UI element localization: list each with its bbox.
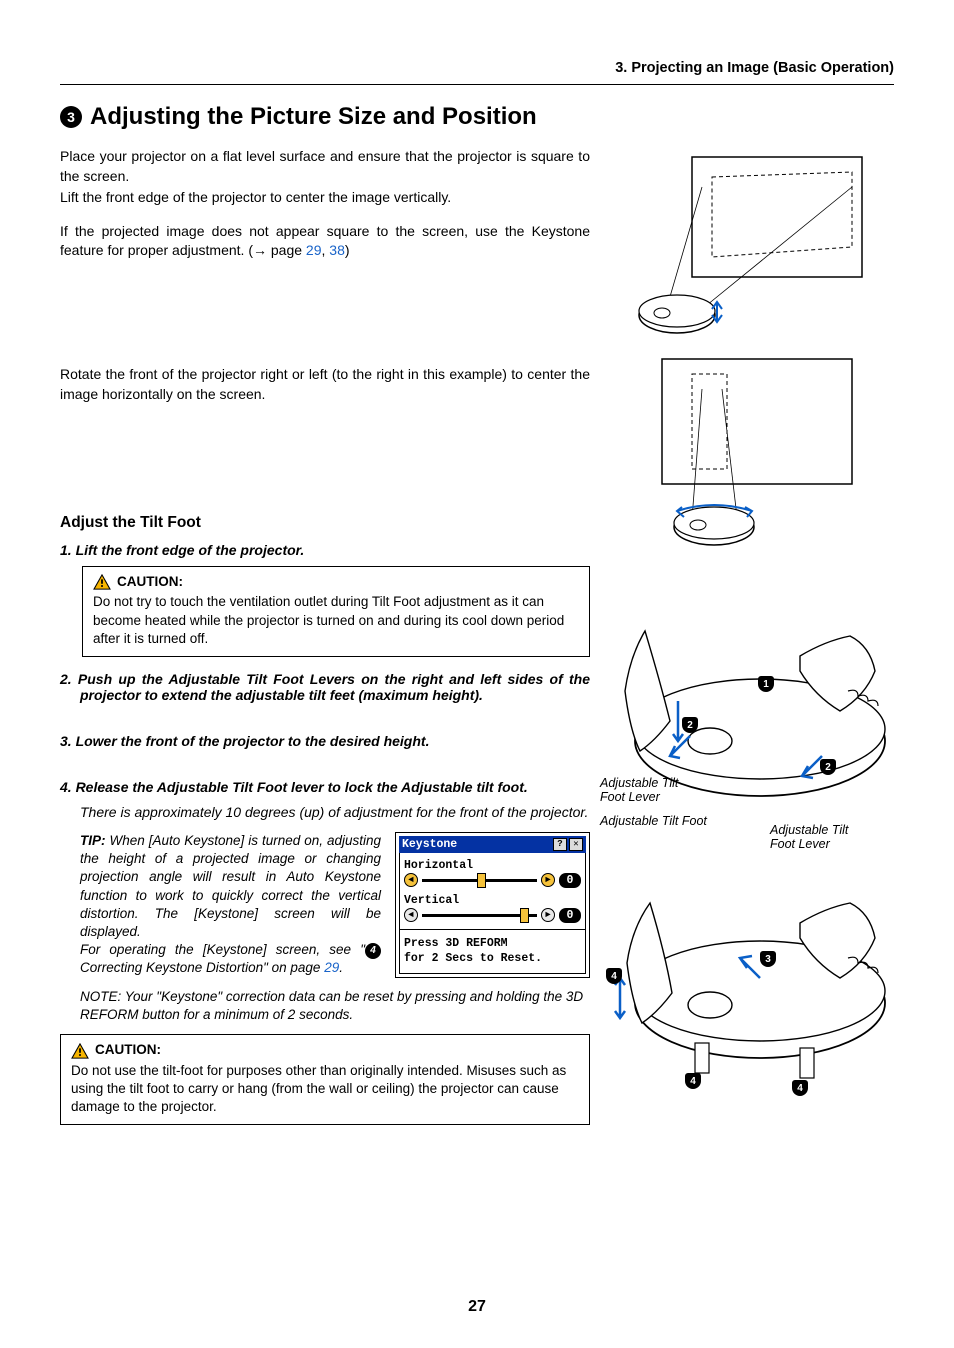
ks-vertical-slider[interactable]: ◄ ► 0 [404, 908, 581, 923]
tilt-step-4: 4. Release the Adjustable Tilt Foot leve… [60, 779, 590, 795]
tip-text-b: For operating the [Keystone] screen, see… [80, 942, 381, 975]
intro-p3: If the projected image does not appear s… [60, 222, 590, 261]
section-title-text: Adjusting the Picture Size and Position [90, 103, 537, 131]
ks-horizontal-value: 0 [559, 873, 581, 888]
callout-3-icon: 3 [760, 951, 776, 967]
ks-vertical-label: Vertical [404, 894, 581, 907]
intro-p1: Place your projector on a flat level sur… [60, 147, 590, 186]
callout-4b-icon: 4 [685, 1073, 701, 1089]
projector-tilt-illustration [610, 147, 894, 337]
tilt-step-2: 2. Push up the Adjustable Tilt Foot Leve… [60, 671, 590, 703]
arrow-right-icon[interactable]: ► [541, 908, 555, 922]
ks-horizontal-label: Horizontal [404, 859, 581, 872]
callout-4a-icon: 4 [606, 968, 622, 984]
tilt-step-3: 3. Lower the front of the projector to t… [60, 733, 590, 749]
page-link-38[interactable]: 38 [329, 242, 345, 258]
ref-number-4-icon: 4 [365, 943, 381, 959]
foot-label: Adjustable Tilt Foot [600, 814, 707, 828]
projector-rotate-illustration [610, 349, 894, 549]
tilt-heading: Adjust the Tilt Foot [60, 514, 590, 532]
keystone-dialog: Keystone ? ✕ Horizontal ◄ ► [395, 832, 590, 978]
ks-reset-line2: for 2 Secs to Reset. [404, 952, 542, 965]
callout-2b-icon: 2 [820, 759, 836, 775]
caution-2-head: CAUTION: [95, 1041, 161, 1059]
tip-text: TIP: When [Auto Keystone] is turned on, … [80, 833, 381, 939]
caution-1-head: CAUTION: [117, 573, 183, 591]
page-link-29b[interactable]: 29 [324, 960, 339, 975]
lever-label-2: Adjustable Tilt Foot Lever [770, 823, 870, 851]
intro-p4: Rotate the front of the projector right … [60, 365, 590, 404]
tilt-foot-lever-illustration: 1 2 2 Adjustable Tilt Foot Lever Adjusta… [610, 601, 894, 871]
callout-1-icon: 1 [758, 676, 774, 692]
ks-horizontal-slider[interactable]: ◄ ► 0 [404, 873, 581, 888]
page-number: 27 [0, 1298, 954, 1316]
close-icon[interactable]: ✕ [569, 838, 583, 851]
arrow-left-icon[interactable]: ◄ [404, 873, 418, 887]
section-number-icon: 3 [60, 106, 82, 128]
lever-label-1: Adjustable Tilt Foot Lever [600, 776, 700, 804]
warning-icon [71, 1043, 89, 1059]
keystone-note: NOTE: Your "Keystone" correction data ca… [60, 988, 590, 1024]
page-link-29a[interactable]: 29 [306, 242, 322, 258]
caution-1-body: Do not try to touch the ventilation outl… [93, 594, 564, 645]
tilt-step-1: 1. Lift the front edge of the projector. [60, 542, 590, 558]
tilt-step-4-body: There is approximately 10 degrees (up) o… [60, 803, 590, 822]
ks-vertical-value: 0 [559, 908, 581, 923]
tilt-foot-lock-illustration: 4 3 4 4 [610, 883, 894, 1113]
arrow-left-icon[interactable]: ◄ [404, 908, 418, 922]
section-title: 3 Adjusting the Picture Size and Positio… [60, 103, 894, 131]
callout-2-icon: 2 [682, 717, 698, 733]
arrow-right-icon[interactable]: ► [541, 873, 555, 887]
warning-icon [93, 574, 111, 590]
help-icon[interactable]: ? [553, 838, 567, 851]
caution-2-body: Do not use the tilt-foot for purposes ot… [71, 1063, 566, 1114]
ks-reset-line1: Press 3D REFORM [404, 937, 508, 950]
caution-box-2: CAUTION: Do not use the tilt-foot for pu… [60, 1034, 590, 1125]
caution-box-1: CAUTION: Do not try to touch the ventila… [82, 566, 590, 657]
callout-4c-icon: 4 [792, 1080, 808, 1096]
header-breadcrumb: 3. Projecting an Image (Basic Operation) [60, 60, 894, 76]
intro-p2: Lift the front edge of the projector to … [60, 188, 590, 208]
keystone-title: Keystone [402, 838, 457, 851]
